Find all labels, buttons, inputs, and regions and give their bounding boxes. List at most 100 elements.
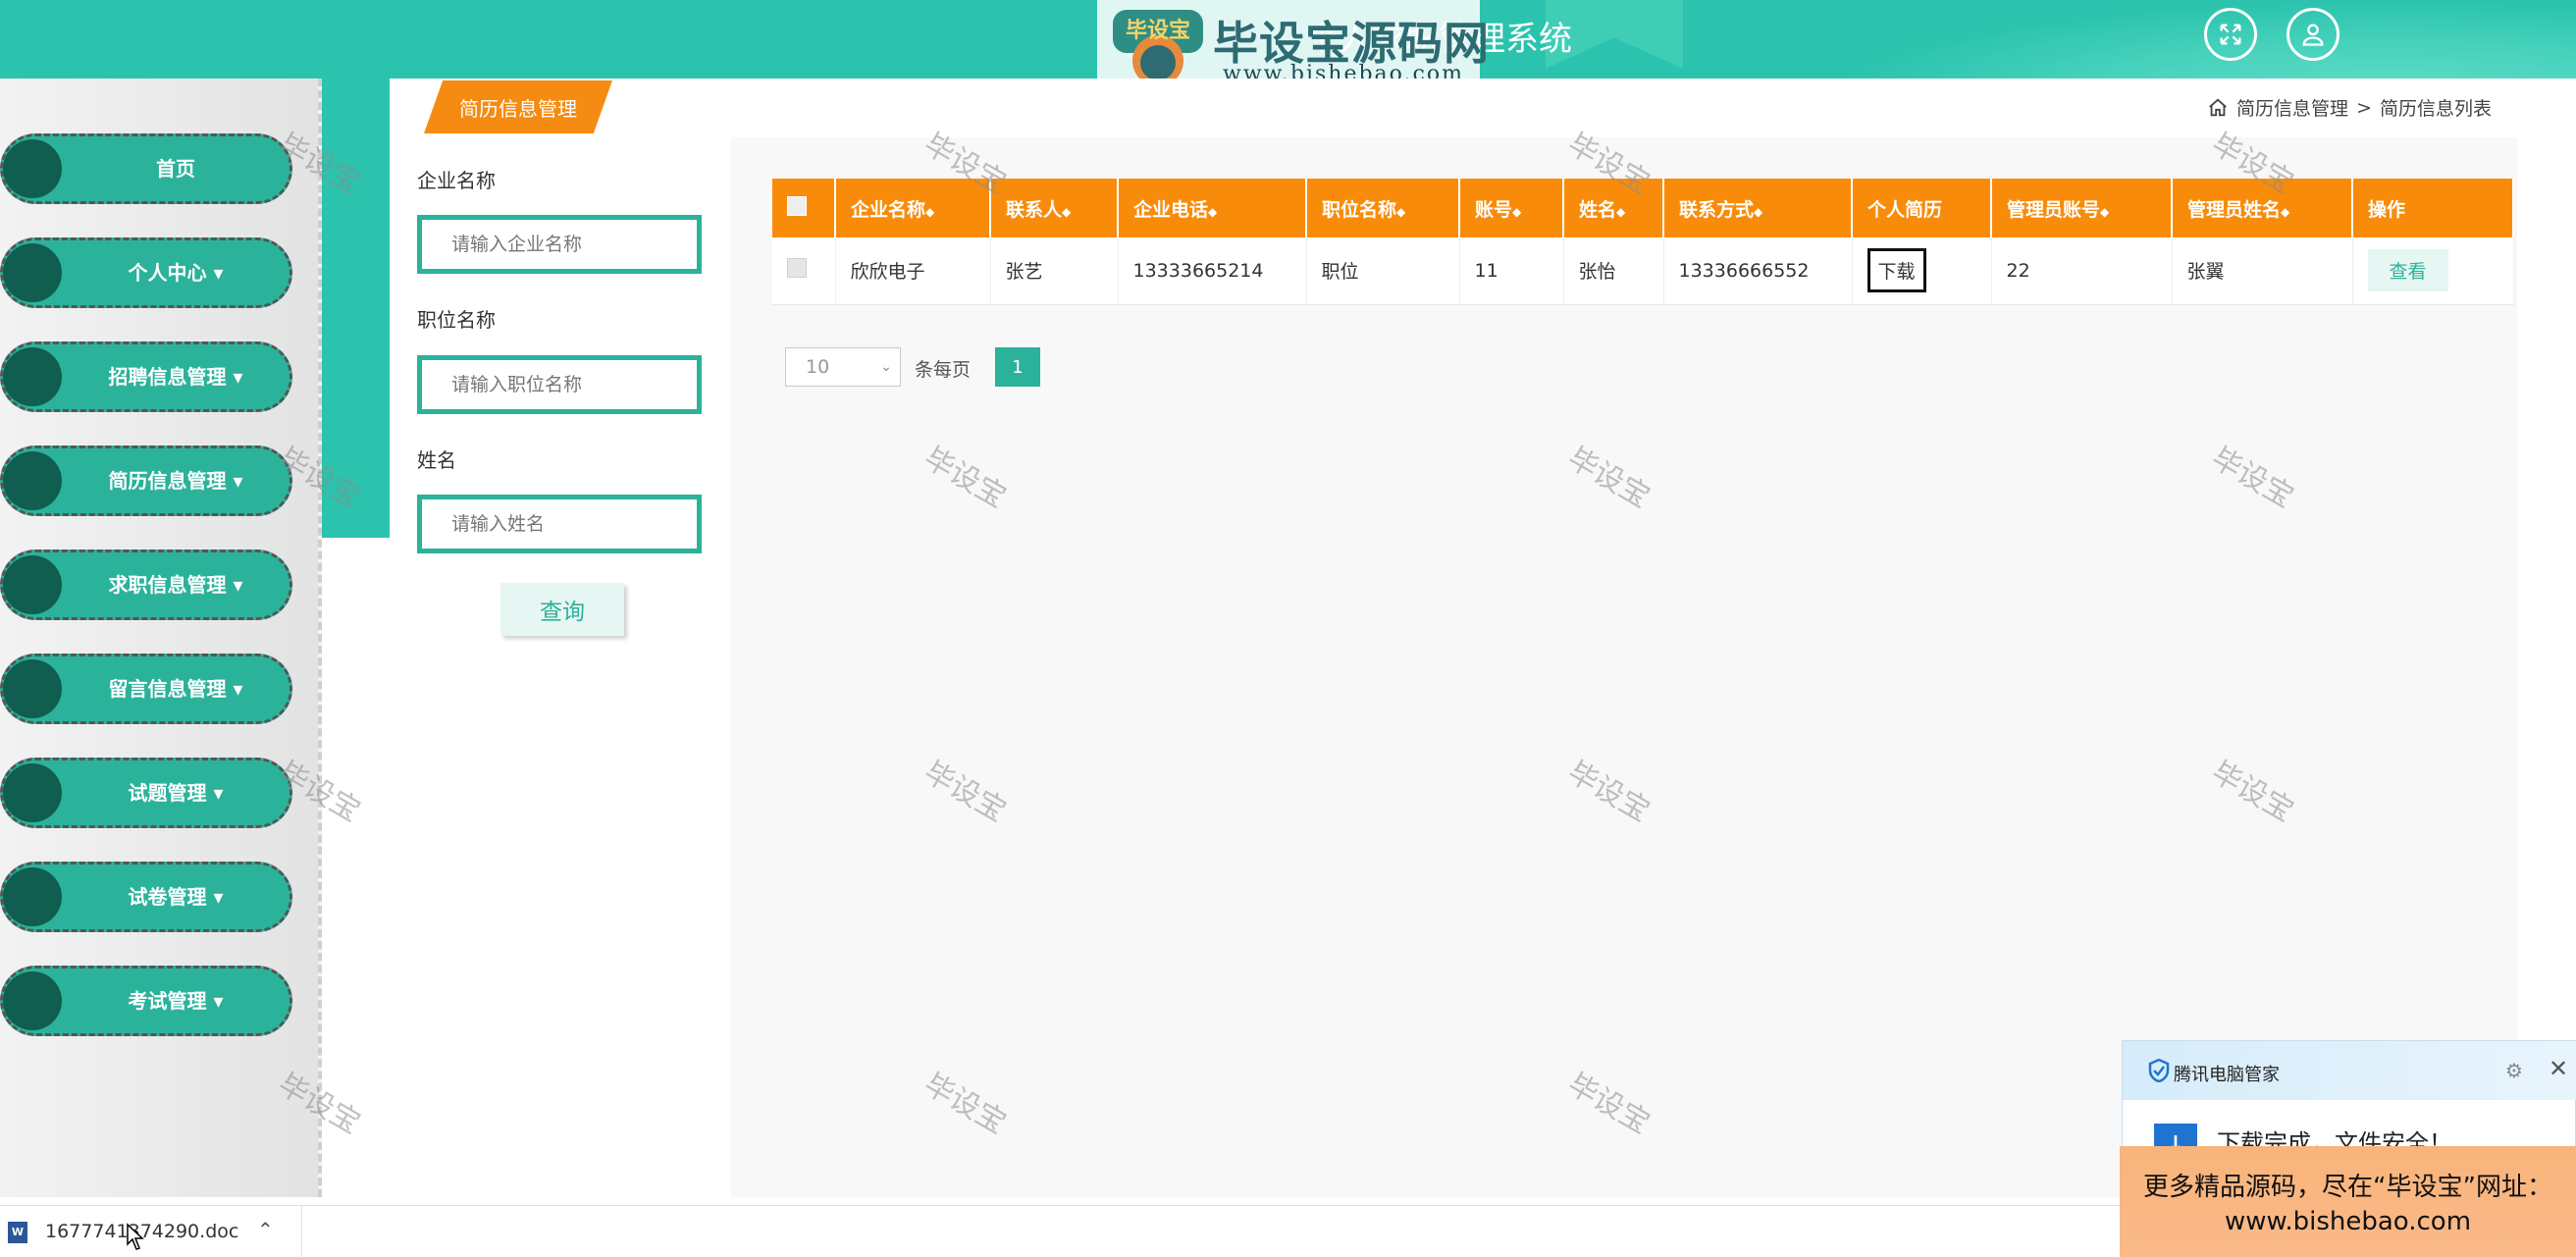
sidebar-item-job-seeking[interactable]: 求职信息管理 ▾ [0,550,292,620]
cell-name: 张怡 [1563,237,1664,305]
col-resume: 个人简历 [1852,179,1992,237]
cell-admin-account: 22 [1991,237,2173,305]
sidebar-item-questions[interactable]: 试题管理 ▾ [0,758,292,828]
sidebar-item-label: 个人中心 ▾ [128,261,224,285]
promo-text: 更多精品源码，尽在“毕设宝”网址： [2143,1173,2552,1202]
column-label: 管理员姓名 [2187,198,2282,221]
mouse-cursor-icon [127,1223,144,1250]
promo-url: www.bishebao.com [2224,1207,2472,1236]
col-account[interactable]: 账号◆ [1459,179,1564,237]
sidebar-item-exams[interactable]: 考试管理 ▾ [0,966,292,1036]
panel-tab: 简历信息管理 [424,80,612,133]
menu-bullet-icon [3,867,62,926]
word-icon: W [8,1222,27,1243]
sidebar-item-resume[interactable]: 简历信息管理 ▾ [0,445,292,516]
sort-icon[interactable]: ◆ [1396,205,1405,219]
promo-banner: 更多精品源码，尽在“毕设宝”网址： www.bishebao.com [2120,1146,2576,1257]
position-input[interactable]: 请输入职位名称 [417,355,702,414]
gear-icon[interactable]: ⚙ [2505,1059,2523,1082]
sidebar-item-papers[interactable]: 试卷管理 ▾ [0,862,292,932]
cell-position: 职位 [1306,237,1460,305]
sort-icon[interactable]: ◆ [2100,205,2109,219]
column-label: 企业电话 [1133,198,1209,221]
col-actions: 操作 [2352,179,2514,237]
name-input[interactable]: 请输入姓名 [417,495,702,553]
name-label: 姓名 [417,448,456,472]
download-item[interactable]: W 1677741374290.doc ⌃ [0,1206,302,1257]
col-company-phone[interactable]: 企业电话◆ [1118,179,1307,237]
page-size-select[interactable]: 10 ⌄ [785,347,901,387]
position-label: 职位名称 [417,308,496,332]
query-button[interactable]: 查询 [500,583,624,636]
fullscreen-icon[interactable] [2204,8,2257,61]
download-button[interactable]: 下载 [1866,248,1926,293]
cell-company: 欣欣电子 [835,237,991,305]
user-icon[interactable] [2287,8,2339,61]
sort-icon[interactable]: ◆ [1754,205,1762,219]
col-company[interactable]: 企业名称◆ [835,179,991,237]
sidebar-item-label: 留言信息管理 ▾ [108,677,243,701]
sidebar-item-recruitment[interactable]: 招聘信息管理 ▾ [0,341,292,412]
sort-icon[interactable]: ◆ [925,205,934,219]
per-page-label: 条每页 [915,359,972,381]
chevron-up-icon[interactable]: ⌃ [257,1218,274,1241]
svg-text:毕设宝: 毕设宝 [1126,18,1190,43]
company-label: 企业名称 [417,169,496,192]
sort-icon[interactable]: ◆ [1616,205,1625,219]
breadcrumb-level1[interactable]: 简历信息管理 [2236,94,2348,121]
home-icon[interactable] [2207,97,2229,119]
resume-table: 企业名称◆ 联系人◆ 企业电话◆ 职位名称◆ 账号◆ 姓名◆ 联系方式◆ 个人简… [772,179,2514,305]
col-contact-info[interactable]: 联系方式◆ [1663,179,1853,237]
view-button[interactable]: 查看 [2367,249,2448,292]
popup-header: 腾讯电脑管家 ⚙ ✕ [2123,1041,2576,1100]
cell-contact-info: 13336666552 [1663,237,1853,305]
menu-bullet-icon [3,763,62,822]
sidebar-item-label: 求职信息管理 ▾ [108,573,243,597]
header-decoration [1830,0,2576,79]
row-checkbox-cell [772,237,836,305]
page-button-current[interactable]: 1 [995,347,1040,387]
select-all-cell [772,179,836,237]
sidebar-item-messages[interactable]: 留言信息管理 ▾ [0,654,292,724]
col-contact[interactable]: 联系人◆ [990,179,1119,237]
sort-icon[interactable]: ◆ [1062,205,1071,219]
column-label: 个人简历 [1867,198,1943,221]
sidebar-item-home[interactable]: 首页 [0,133,292,204]
menu-bullet-icon [3,243,62,302]
sidebar-item-personal-center[interactable]: 个人中心 ▾ [0,237,292,308]
menu-bullet-icon [3,139,62,198]
row-checkbox[interactable] [787,258,807,279]
menu-bullet-icon [3,971,62,1030]
breadcrumb: 简历信息管理 > 简历信息列表 [2207,94,2492,121]
column-label: 姓名 [1579,198,1617,221]
table-row: 欣欣电子 张艺 13333665214 职位 11 张怡 13336666552… [772,237,2514,305]
column-label: 管理员账号 [2007,198,2101,221]
cell-actions: 查看 [2352,237,2514,305]
menu-bullet-icon [3,659,62,718]
sidebar-item-label: 首页 [156,157,195,181]
page-size-value: 10 [806,356,830,378]
cell-resume: 下载 [1852,237,1992,305]
sidebar-item-label: 简历信息管理 ▾ [108,469,243,493]
sort-icon[interactable]: ◆ [1512,205,1521,219]
chevron-down-icon: ⌄ [880,359,892,375]
menu-bullet-icon [3,347,62,406]
column-label: 联系方式 [1679,198,1755,221]
col-position[interactable]: 职位名称◆ [1306,179,1460,237]
company-input[interactable]: 请输入企业名称 [417,215,702,274]
close-icon[interactable]: ✕ [2549,1055,2568,1082]
cell-contact: 张艺 [990,237,1119,305]
sidebar-item-label: 考试管理 ▾ [128,989,224,1013]
breadcrumb-separator: > [2356,96,2372,119]
cell-account: 11 [1459,237,1564,305]
shield-icon [2148,1059,2170,1082]
sort-icon[interactable]: ◆ [1208,205,1217,219]
select-all-checkbox[interactable] [787,195,807,216]
column-label: 职位名称 [1322,198,1397,221]
sort-icon[interactable]: ◆ [2281,205,2289,219]
sidebar-item-label: 试卷管理 ▾ [128,885,224,909]
menu-bullet-icon [3,451,62,510]
sidebar-item-label: 试题管理 ▾ [128,781,224,805]
col-admin-account[interactable]: 管理员账号◆ [1991,179,2173,237]
column-label: 操作 [2368,198,2406,221]
